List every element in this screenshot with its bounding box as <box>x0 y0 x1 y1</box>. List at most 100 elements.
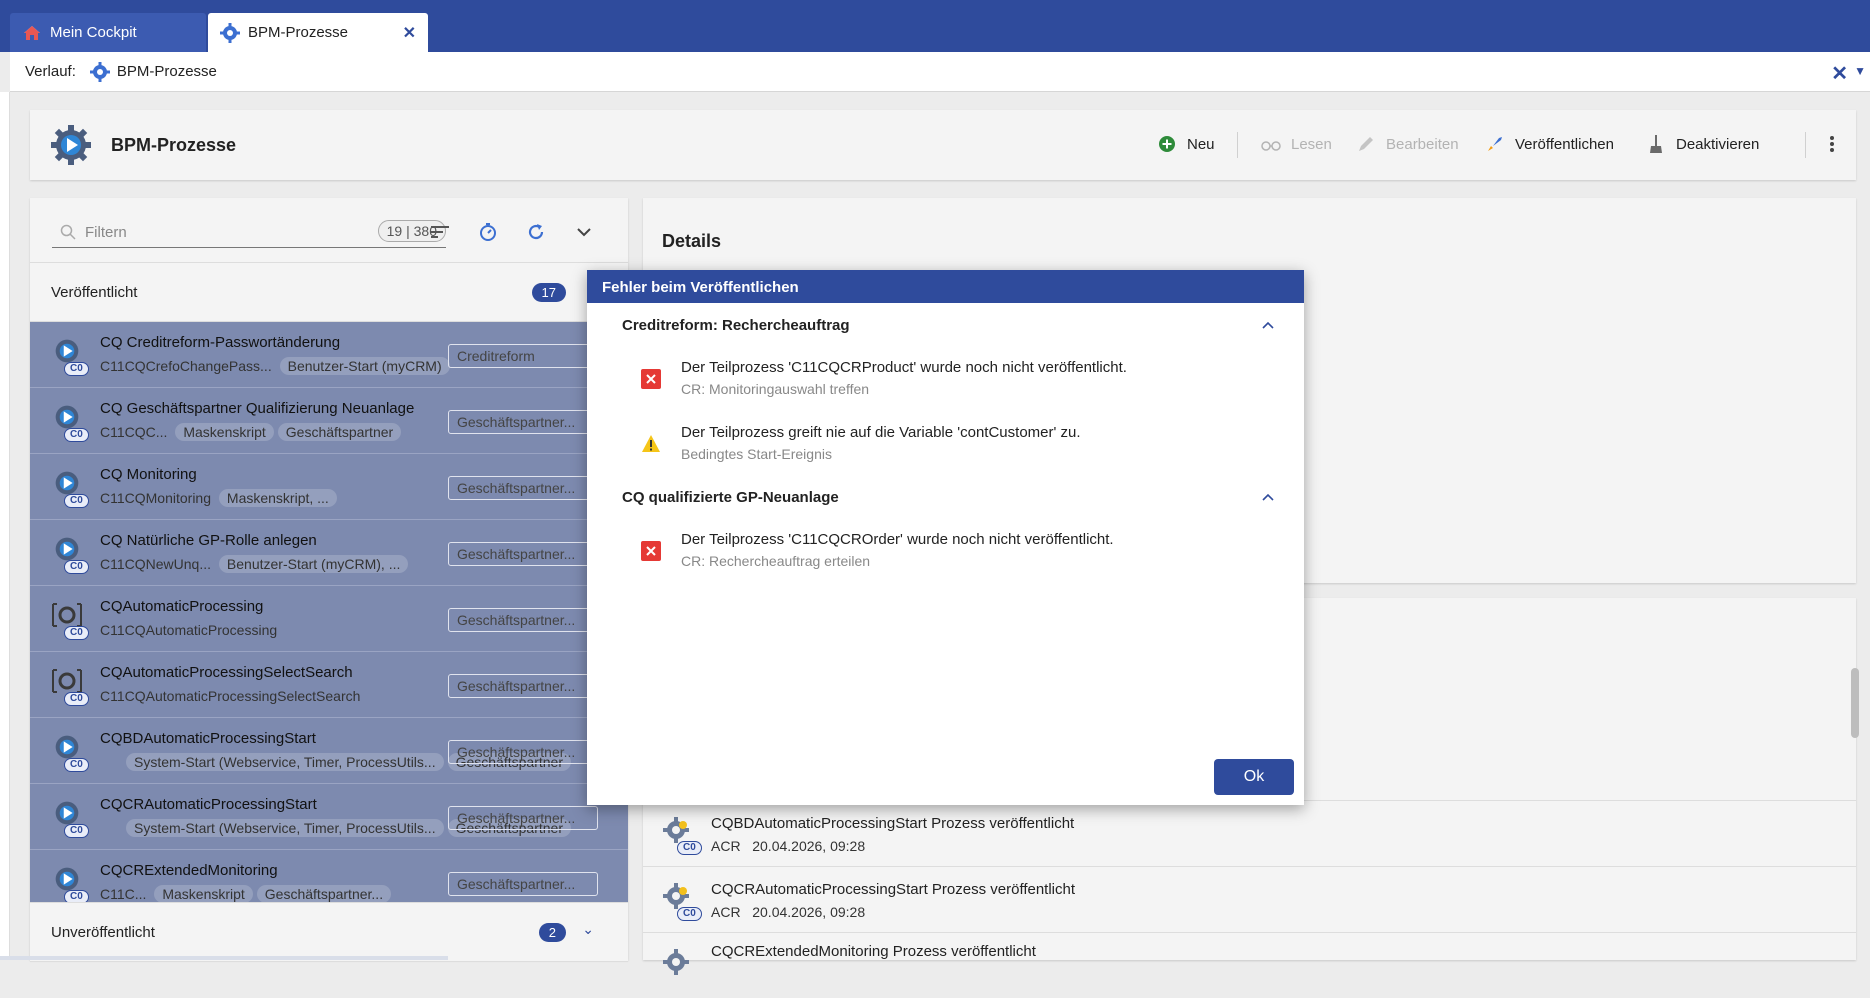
message-item: Der Teilprozess 'C11CQCRProduct' wurde n… <box>641 359 1241 403</box>
group-label[interactable]: CQ qualifizierte GP-Neuanlage <box>622 489 839 506</box>
version-badge: C0 <box>677 841 702 855</box>
read-button[interactable]: Lesen <box>1261 134 1332 154</box>
category-box: Geschäftspartner... <box>448 542 598 566</box>
category-box: Geschäftspartner... <box>448 806 598 830</box>
broom-icon <box>1646 134 1666 154</box>
count-badge: 17 <box>531 283 566 302</box>
category-box: Geschäftspartner... <box>448 740 598 764</box>
process-id: C11C... Maskenskript Geschäftspartner... <box>100 885 392 902</box>
vertical-dots-icon <box>1822 134 1842 154</box>
process-id: C11CQC... Maskenskript Geschäftspartner <box>100 423 402 441</box>
glasses-icon <box>1261 134 1281 154</box>
list-item[interactable]: C0 CQBDAutomaticProcessingStart System-S… <box>30 718 628 784</box>
list-item[interactable]: C0 CQAutomaticProcessing C11CQAutomaticP… <box>30 586 628 652</box>
history-title: CQCRExtendedMonitoring Prozess veröffent… <box>711 943 1036 960</box>
version-badge: C0 <box>64 560 89 574</box>
new-button[interactable]: Neu <box>1157 134 1215 154</box>
top-tab-bar: Mein Cockpit BPM-Prozesse ✕ <box>0 0 1870 52</box>
section-label: Unveröffentlicht <box>51 924 155 941</box>
history-item[interactable]: BPM-Prozesse <box>117 63 217 80</box>
list-item[interactable]: C0 CQ Creditreform-Passwortänderung C11C… <box>30 322 628 388</box>
version-badge: C0 <box>64 494 89 508</box>
history-title: CQBDAutomaticProcessingStart Prozess ver… <box>711 815 1075 832</box>
process-id: C11CQNewUnq... Benutzer-Start (myCRM), .… <box>100 555 409 573</box>
process-name: CQCRAutomaticProcessingStart <box>100 796 317 813</box>
version-badge: C0 <box>64 692 89 706</box>
version-badge: C0 <box>64 758 89 772</box>
refresh-icon[interactable] <box>524 220 548 244</box>
process-name: CQ Creditreform-Passwortänderung <box>100 334 341 351</box>
pencil-icon <box>1356 134 1376 154</box>
message-source: CR: Rechercheauftrag erteilen <box>681 553 871 569</box>
gear-icon <box>220 22 240 43</box>
version-badge: C0 <box>64 428 89 442</box>
history-title: CQCRAutomaticProcessingStart Prozess ver… <box>711 881 1076 898</box>
section-published[interactable]: Veröffentlicht 17 ^ <box>30 262 628 322</box>
category-box: Geschäftspartner... <box>448 872 598 896</box>
tab-mein-cockpit[interactable]: Mein Cockpit <box>10 13 206 52</box>
filter-placeholder: Filtern <box>85 224 127 241</box>
scrollbar-thumb[interactable] <box>1851 668 1859 738</box>
gear-icon <box>89 61 110 82</box>
chevron-down-icon[interactable] <box>572 220 596 244</box>
gear-icon <box>661 947 695 981</box>
publish-button[interactable]: Veröffentlichen <box>1485 134 1614 154</box>
timer-icon[interactable] <box>476 220 500 244</box>
plus-circle-icon <box>1157 134 1177 154</box>
process-name: CQ Monitoring <box>100 466 197 483</box>
history-entry[interactable]: C0 CQCRAutomaticProcessingStart Prozess … <box>643 866 1856 932</box>
group-label[interactable]: Creditreform: Rechercheauftrag <box>622 317 850 334</box>
bpm-app-icon <box>50 124 92 166</box>
deactivate-button[interactable]: Deaktivieren <box>1646 134 1759 154</box>
list-item[interactable]: C0 CQ Natürliche GP-Rolle anlegen C11CQN… <box>30 520 628 586</box>
history-label: Verlauf: <box>25 63 76 80</box>
chevron-up-icon[interactable] <box>1262 488 1274 504</box>
filter-input[interactable]: Filtern 19 | 380 <box>52 218 446 248</box>
process-list: C0 CQ Creditreform-Passwortänderung C11C… <box>30 322 628 902</box>
home-icon <box>22 23 42 43</box>
list-item[interactable]: C0 CQAutomaticProcessingSelectSearch C11… <box>30 652 628 718</box>
status-strip <box>0 956 448 960</box>
list-item[interactable]: C0 CQCRAutomaticProcessingStart System-S… <box>30 784 628 850</box>
close-icon[interactable]: ✕ <box>1831 61 1848 86</box>
history-meta: ACR 20.04.2026, 09:28 <box>711 838 866 854</box>
category-box: Geschäftspartner... <box>448 476 598 500</box>
history-entry[interactable]: CQCRExtendedMonitoring Prozess veröffent… <box>643 932 1856 998</box>
details-title: Details <box>662 231 722 251</box>
message-text: Der Teilprozess 'C11CQCROrder' wurde noc… <box>681 531 1114 548</box>
version-badge: C0 <box>64 626 89 640</box>
history-entry[interactable]: C0 CQBDAutomaticProcessingStart Prozess … <box>643 800 1856 866</box>
more-menu-button[interactable] <box>1822 134 1852 154</box>
close-tab-icon[interactable]: ✕ <box>403 23 416 43</box>
list-item[interactable]: C0 CQ Monitoring C11CQMonitoring Maskens… <box>30 454 628 520</box>
sort-icon[interactable] <box>428 220 452 244</box>
toolbar-divider <box>1237 132 1238 158</box>
chevron-down-icon[interactable]: ▼ <box>1854 64 1866 78</box>
process-name: CQAutomaticProcessingSelectSearch <box>100 664 353 681</box>
page-title: BPM-Prozesse <box>111 135 237 155</box>
tab-bpm-prozesse[interactable]: BPM-Prozesse ✕ <box>208 13 428 52</box>
list-item[interactable]: C0 CQCRExtendedMonitoring C11C... Masken… <box>30 850 628 902</box>
chevron-up-icon[interactable] <box>1262 316 1274 332</box>
list-item[interactable]: C0 CQ Geschäftspartner Qualifizierung Ne… <box>30 388 628 454</box>
message-source: Bedingtes Start-Ereignis <box>681 446 832 462</box>
ok-button[interactable]: Ok <box>1214 759 1294 795</box>
edit-button[interactable]: Bearbeiten <box>1356 134 1459 154</box>
process-name: CQ Natürliche GP-Rolle anlegen <box>100 532 317 549</box>
chevron-down-icon[interactable]: ⌄ <box>582 921 594 938</box>
category-box: Geschäftspartner... <box>448 674 598 698</box>
message-item: Der Teilprozess greift nie auf die Varia… <box>641 424 1241 468</box>
dialog-title: Fehler beim Veröffentlichen <box>587 270 1304 303</box>
category-box: Geschäftspartner... <box>448 410 598 434</box>
error-icon <box>641 369 661 389</box>
process-id: C11CQAutomaticProcessingSelectSearch <box>100 688 361 704</box>
process-id: C11CQMonitoring Maskenskript, ... <box>100 489 337 507</box>
section-unpublished[interactable]: Unveröffentlicht 2 ⌄ <box>30 902 628 962</box>
message-item: Der Teilprozess 'C11CQCROrder' wurde noc… <box>641 531 1241 575</box>
version-badge: C0 <box>64 890 89 902</box>
history-meta: ACR 20.04.2026, 09:28 <box>711 904 866 920</box>
process-id: C11CQCrefoChangePass... Benutzer-Start (… <box>100 357 450 375</box>
toolbar-divider <box>1805 132 1806 158</box>
process-name: CQCRExtendedMonitoring <box>100 862 278 879</box>
warning-icon <box>641 434 661 454</box>
